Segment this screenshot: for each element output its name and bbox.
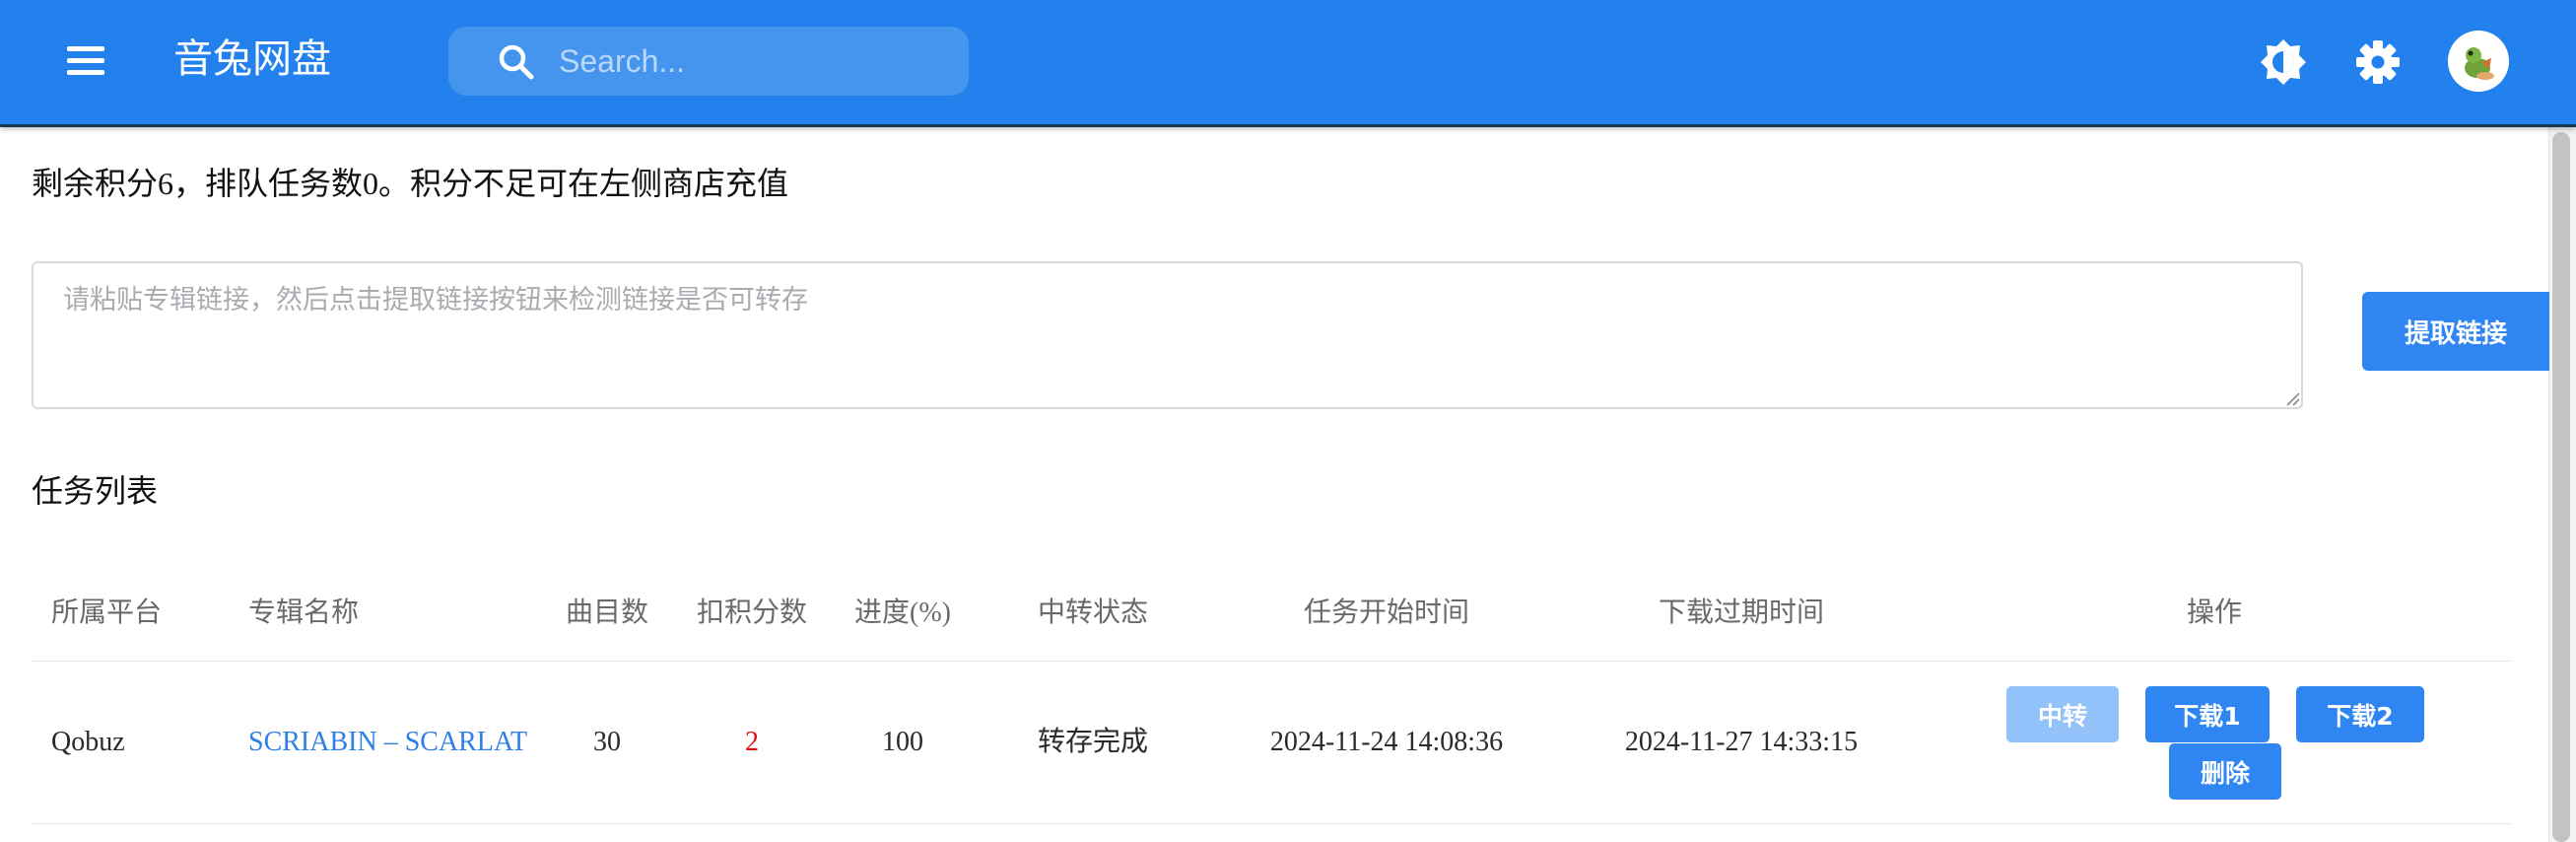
column-header-tracks: 曲目数 bbox=[565, 597, 649, 628]
extract-link-button[interactable]: 提取链接 bbox=[2362, 292, 2549, 371]
cell-start-time: 2024-11-24 14:08:36 bbox=[1269, 727, 1504, 757]
cell-tracks: 30 bbox=[593, 727, 621, 757]
column-header-status: 中转状态 bbox=[1037, 597, 1149, 628]
transfer-button[interactable]: 中转 bbox=[2006, 686, 2119, 742]
app-bar: 音兔网盘 bbox=[0, 0, 2576, 124]
avatar[interactable] bbox=[2448, 31, 2509, 92]
download-1-button[interactable]: 下载1 bbox=[2145, 686, 2270, 742]
column-header-credits: 扣积分数 bbox=[696, 597, 808, 628]
album-name-link[interactable]: SCRIABIN – SCARLAT bbox=[248, 723, 536, 762]
delete-button[interactable]: 删除 bbox=[2169, 743, 2281, 800]
theme-toggle-icon[interactable] bbox=[2259, 37, 2308, 87]
search-box[interactable] bbox=[448, 27, 969, 96]
gear-icon[interactable] bbox=[2353, 37, 2403, 87]
column-header-expire-time: 下载过期时间 bbox=[1658, 597, 1825, 628]
scrollbar-thumb[interactable] bbox=[2552, 132, 2570, 842]
row-divider bbox=[32, 823, 2511, 824]
app-title: 音兔网盘 bbox=[173, 36, 331, 82]
cell-status: 转存完成 bbox=[1037, 727, 1149, 757]
cell-credits: 2 bbox=[745, 727, 759, 757]
row-divider bbox=[32, 661, 2511, 662]
search-input[interactable] bbox=[559, 27, 953, 96]
credits-info-text: 剩余积分6，排队任务数0。积分不足可在左侧商店充值 bbox=[32, 166, 789, 201]
download-2-button[interactable]: 下载2 bbox=[2296, 686, 2424, 742]
album-link-input[interactable] bbox=[32, 261, 2303, 409]
column-header-actions: 操作 bbox=[2186, 597, 2243, 628]
column-header-platform: 所属平台 bbox=[51, 597, 163, 628]
cell-expire-time: 2024-11-27 14:33:15 bbox=[1624, 727, 1859, 757]
column-header-progress: 进度(%) bbox=[854, 597, 951, 628]
column-header-start-time: 任务开始时间 bbox=[1303, 597, 1470, 628]
task-list-title: 任务列表 bbox=[32, 473, 159, 509]
menu-icon[interactable] bbox=[61, 37, 112, 85]
search-icon bbox=[499, 44, 534, 80]
cell-progress: 100 bbox=[882, 727, 923, 757]
column-header-album: 专辑名称 bbox=[248, 597, 360, 628]
cell-platform: Qobuz bbox=[51, 727, 125, 757]
